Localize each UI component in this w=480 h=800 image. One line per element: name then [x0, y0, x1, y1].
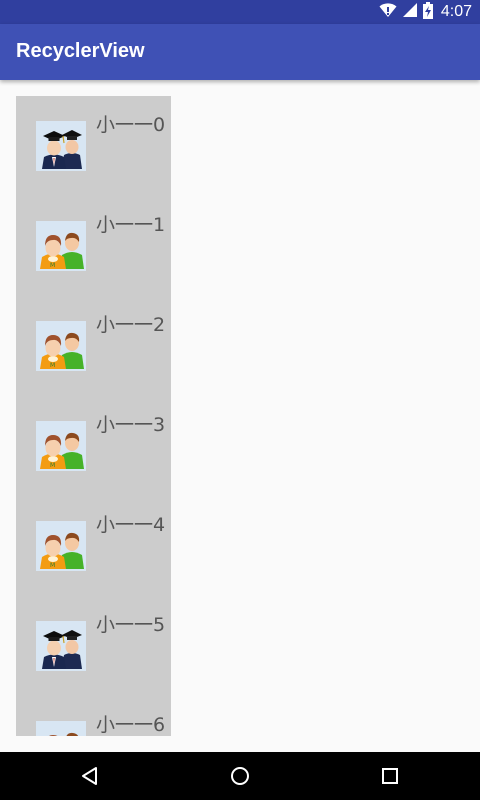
signal-icon	[402, 2, 417, 22]
graduates-icon	[36, 121, 86, 171]
list-item-label: 小一一1	[96, 214, 166, 236]
app-title: RecyclerView	[16, 40, 145, 62]
users-icon: M	[36, 721, 86, 736]
wifi-icon	[379, 2, 397, 22]
svg-text:M: M	[50, 562, 55, 569]
users-icon: M	[36, 321, 86, 371]
svg-text:M: M	[50, 462, 55, 469]
svg-text:M: M	[50, 262, 55, 269]
status-icons: 4:07	[379, 0, 472, 24]
users-icon: M	[36, 521, 86, 571]
svg-text:M: M	[50, 362, 55, 369]
list-item[interactable]: M 小一一4	[16, 496, 171, 596]
list-item-label: 小一一5	[96, 614, 166, 636]
list-item[interactable]: 小一一0	[16, 96, 171, 196]
users-icon: M	[36, 421, 86, 471]
graduates-icon	[36, 621, 86, 671]
home-icon[interactable]	[228, 764, 252, 788]
navigation-bar	[0, 752, 480, 800]
list-item[interactable]: M 小一一1	[16, 196, 171, 296]
list-item[interactable]: M 小一一3	[16, 396, 171, 496]
back-icon[interactable]	[78, 764, 102, 788]
recycler-list[interactable]: 小一一0 M 小一一1 M 小一一2 M 小一一3 M 小一一4 小一一5 小一…	[16, 96, 171, 736]
list-item[interactable]: M 小一一6	[16, 696, 171, 736]
users-icon: M	[36, 221, 86, 271]
list-item-label: 小一一6	[96, 714, 166, 736]
list-item-label: 小一一3	[96, 414, 166, 436]
list-item[interactable]: 小一一5	[16, 596, 171, 696]
recents-icon[interactable]	[378, 764, 402, 788]
list-item-label: 小一一4	[96, 514, 166, 536]
status-time: 4:07	[440, 3, 472, 20]
list-item-label: 小一一0	[96, 114, 166, 136]
list-item[interactable]: M 小一一2	[16, 296, 171, 396]
battery-icon	[422, 1, 433, 23]
list-item-label: 小一一2	[96, 314, 166, 336]
status-bar: 4:07	[0, 0, 480, 24]
app-bar: RecyclerView	[0, 24, 480, 80]
